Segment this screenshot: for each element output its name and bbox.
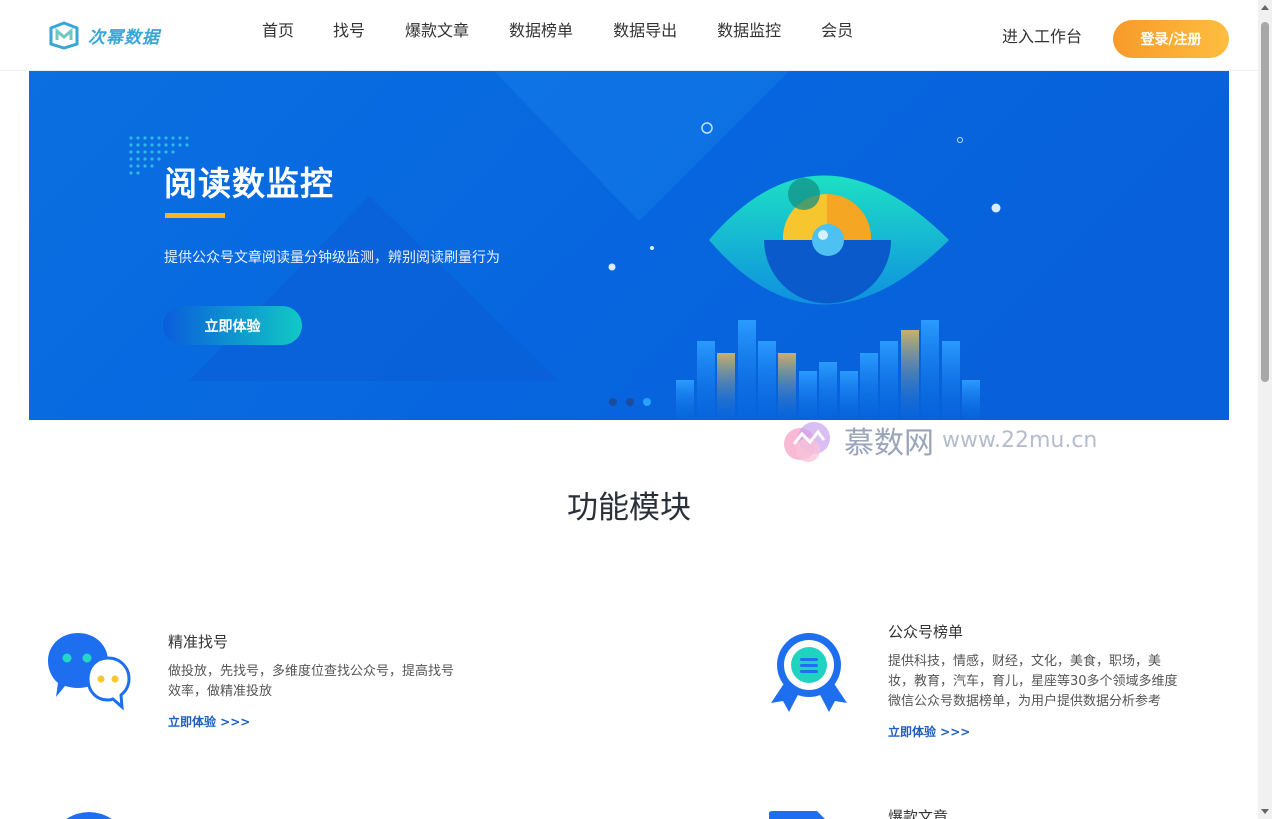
carousel-dot-3[interactable]: [643, 398, 651, 406]
logo-mark-icon: [49, 21, 79, 50]
chat-bubble-icon: [48, 633, 131, 711]
watermark: 慕数网 www.22mu.cn: [780, 414, 1097, 466]
feature-title-viral-articles: 爆款文章: [888, 808, 949, 819]
watermark-logo-icon: [784, 422, 830, 462]
banner-title-underline: [165, 213, 225, 218]
scroll-down-arrow-icon[interactable]: [1261, 809, 1269, 814]
login-register-button[interactable]: 登录/注册: [1113, 20, 1229, 58]
nav-rankings[interactable]: 数据榜单: [509, 20, 573, 42]
scroll-up-arrow-icon[interactable]: [1261, 5, 1269, 10]
banner-illustration: [129, 71, 1229, 420]
feature-desc-find-account-2: 效率，做精准投放: [168, 684, 273, 699]
nav-viral-articles[interactable]: 爆款文章: [405, 20, 469, 42]
hero-banner: 阅读数监控 提供公众号文章阅读量分钟级监测，辨别阅读刷量行为 立即体验: [29, 71, 1229, 420]
nav-membership[interactable]: 会员: [821, 20, 853, 42]
watermark-cn-text: 慕数网: [844, 426, 934, 461]
logo[interactable]: 次幂数据: [48, 20, 160, 50]
feature-desc-rankings-2: 妆，教育，汽车，育儿，星座等30多个领域多维度: [888, 674, 1178, 689]
award-ribbon-icon: [771, 633, 847, 712]
section-title: 功能模块: [567, 490, 691, 526]
feature-desc-find-account-1: 做投放，先找号，多维度位查找公众号，提高找号: [168, 664, 455, 679]
watermark-url: www.22mu.cn: [942, 427, 1098, 453]
feature-link-find-account[interactable]: 立即体验 >>>: [168, 713, 250, 730]
carousel-dot-2[interactable]: [626, 398, 634, 406]
banner-title: 阅读数监控: [164, 164, 334, 203]
feature-title-rankings: 公众号榜单: [888, 623, 964, 641]
nav-data-export[interactable]: 数据导出: [613, 20, 677, 42]
feature-desc-rankings-1: 提供科技，情感，财经，文化，美食，职场，美: [888, 654, 1162, 669]
banner-try-now-button[interactable]: 立即体验: [163, 306, 302, 345]
workbench-link[interactable]: 进入工作台: [1002, 26, 1082, 48]
page-scrollbar[interactable]: [1258, 0, 1272, 819]
carousel-dots: [609, 398, 660, 406]
carousel-dot-1[interactable]: [609, 398, 617, 406]
feature-link-rankings[interactable]: 立即体验 >>>: [888, 723, 970, 740]
feature-desc-rankings-3: 微信公众号数据榜单，为用户提供数据分析参考: [888, 694, 1162, 709]
nav-data-monitor[interactable]: 数据监控: [717, 20, 781, 42]
nav-find-account[interactable]: 找号: [333, 20, 365, 42]
scroll-thumb[interactable]: [1261, 22, 1269, 382]
feature-title-find-account: 精准找号: [168, 633, 229, 651]
nav-home[interactable]: 首页: [262, 20, 294, 42]
feature-icon-partial-right: [769, 811, 825, 819]
main-nav: 首页 找号 爆款文章 数据榜单 数据导出 数据监控 会员: [262, 20, 893, 42]
banner-description: 提供公众号文章阅读量分钟级监测，辨别阅读刷量行为: [164, 250, 500, 266]
logo-text: 次幂数据: [88, 27, 160, 48]
feature-icon-partial-left: [66, 812, 112, 819]
top-header: 次幂数据 首页 找号 爆款文章 数据榜单 数据导出 数据监控 会员 进入工作台 …: [0, 0, 1258, 71]
